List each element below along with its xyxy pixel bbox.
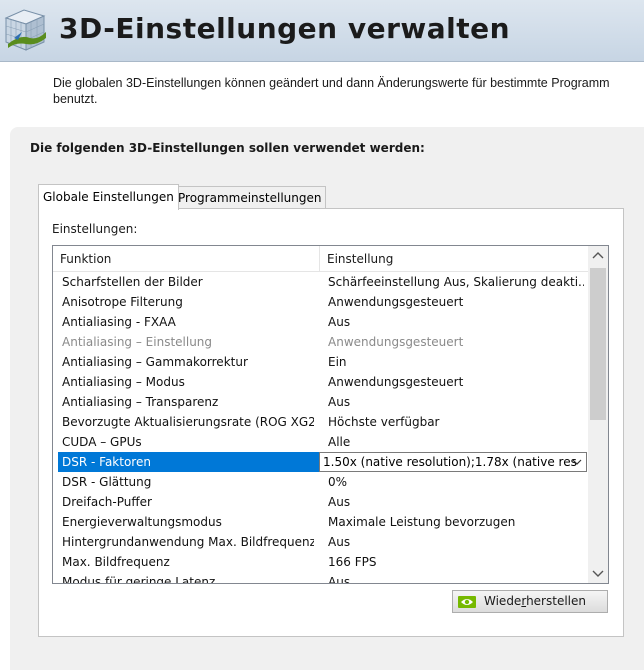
row-function: Bevorzugte Aktualisierungsrate (ROG XG2.…	[62, 415, 314, 429]
dropdown-value: 1.50x (native resolution);1.78x (native …	[323, 455, 577, 469]
table-row[interactable]: Antialiasing – Modus Anwendungsgesteuert	[53, 372, 588, 392]
settings-label: Einstellungen:	[52, 222, 138, 236]
table-row[interactable]: Hintergrundanwendung Max. Bildfrequenz A…	[53, 532, 588, 552]
vertical-scrollbar[interactable]	[588, 246, 608, 583]
table-row[interactable]: DSR - Glättung 0%	[53, 472, 588, 492]
table-row[interactable]: Energieverwaltungsmodus Maximale Leistun…	[53, 512, 588, 532]
table-row[interactable]: Antialiasing – Gammakorrektur Ein	[53, 352, 588, 372]
row-setting[interactable]: Maximale Leistung bevorzugen	[328, 515, 584, 529]
scroll-up-icon[interactable]	[588, 246, 608, 266]
table-row[interactable]: Scharfstellen der Bilder Schärfeeinstell…	[53, 272, 588, 292]
column-divider[interactable]	[319, 246, 320, 272]
table-row[interactable]: Bevorzugte Aktualisierungsrate (ROG XG2.…	[53, 412, 588, 432]
row-setting[interactable]: Aus	[328, 315, 584, 329]
table-row[interactable]: Dreifach-Puffer Aus	[53, 492, 588, 512]
list-header: Funktion Einstellung	[53, 246, 588, 272]
page-description: Die globalen 3D-Einstellungen können geä…	[53, 75, 644, 107]
row-setting[interactable]: Höchste verfügbar	[328, 415, 584, 429]
row-setting[interactable]: Aus	[328, 395, 584, 409]
row-setting[interactable]: Aus	[328, 575, 584, 583]
nvidia-3d-cube-icon	[4, 9, 46, 51]
restore-button[interactable]: Wiederherstellen	[452, 590, 608, 613]
tab-program-settings[interactable]: Programmeinstellungen	[173, 186, 327, 209]
row-function: Antialiasing – Modus	[62, 375, 185, 389]
row-function: CUDA – GPUs	[62, 435, 142, 449]
row-function: Anisotrope Filterung	[62, 295, 183, 309]
row-function: Scharfstellen der Bilder	[62, 275, 203, 289]
description-line-1: Die globalen 3D-Einstellungen können geä…	[53, 76, 610, 90]
row-function: Antialiasing – Einstellung	[62, 335, 213, 349]
column-header-setting[interactable]: Einstellung	[327, 252, 393, 266]
table-row-selected[interactable]: DSR - Faktoren 1.50x (native resolution)…	[53, 452, 588, 472]
table-row[interactable]: Antialiasing – Transparenz Aus	[53, 392, 588, 412]
table-row[interactable]: Anisotrope Filterung Anwendungsgesteuert	[53, 292, 588, 312]
page-title: 3D-Einstellungen verwalten	[59, 12, 511, 45]
scroll-down-icon[interactable]	[588, 563, 608, 583]
dsr-factors-dropdown[interactable]: 1.50x (native resolution);1.78x (native …	[319, 452, 587, 472]
row-setting[interactable]: Ein	[328, 355, 584, 369]
row-function: Hintergrundanwendung Max. Bildfrequenz	[62, 535, 314, 549]
scrollbar-thumb[interactable]	[590, 268, 606, 420]
row-function: DSR - Glättung	[62, 475, 152, 489]
row-function: Dreifach-Puffer	[62, 495, 152, 509]
column-header-function[interactable]: Funktion	[60, 252, 111, 266]
row-function: DSR - Faktoren	[58, 452, 319, 472]
description-line-2: benutzt.	[53, 92, 98, 106]
table-row[interactable]: Modus für geringe Latenz Aus	[53, 572, 588, 584]
row-function: Antialiasing – Transparenz	[62, 395, 219, 409]
row-function: Max. Bildfrequenz	[62, 555, 170, 569]
settings-list: Funktion Einstellung Scharfstellen der B…	[52, 245, 609, 584]
settings-rows: Scharfstellen der Bilder Schärfeeinstell…	[53, 272, 588, 584]
row-setting[interactable]: Alle	[328, 435, 584, 449]
row-setting[interactable]: Anwendungsgesteuert	[328, 295, 584, 309]
row-setting[interactable]: 0%	[328, 475, 584, 489]
row-setting[interactable]: 166 FPS	[328, 555, 584, 569]
row-setting[interactable]: Aus	[328, 495, 584, 509]
row-setting[interactable]: Anwendungsgesteuert	[328, 375, 584, 389]
nvidia-logo-icon	[458, 596, 476, 608]
panel-heading: Die folgenden 3D-Einstellungen sollen ve…	[30, 141, 425, 155]
row-setting[interactable]: Aus	[328, 535, 584, 549]
row-function: Antialiasing – Gammakorrektur	[62, 355, 248, 369]
table-row[interactable]: Max. Bildfrequenz 166 FPS	[53, 552, 588, 572]
row-function: Modus für geringe Latenz	[62, 575, 216, 584]
tab-global-settings[interactable]: Globale Einstellungen	[38, 184, 179, 210]
table-row[interactable]: CUDA – GPUs Alle	[53, 432, 588, 452]
chevron-down-icon[interactable]	[572, 458, 582, 466]
page-header: 3D-Einstellungen verwalten	[0, 0, 644, 62]
row-setting[interactable]: Schärfeeinstellung Aus, Skalierung deakt…	[328, 275, 584, 289]
restore-button-label: Wiederherstellen	[484, 594, 586, 608]
row-function: Antialiasing - FXAA	[62, 315, 176, 329]
row-setting: Anwendungsgesteuert	[328, 335, 464, 349]
row-function: Energieverwaltungsmodus	[62, 515, 222, 529]
table-row[interactable]: Antialiasing - FXAA Aus	[53, 312, 588, 332]
table-row: Antialiasing – Einstellung Anwendungsges…	[53, 332, 588, 352]
